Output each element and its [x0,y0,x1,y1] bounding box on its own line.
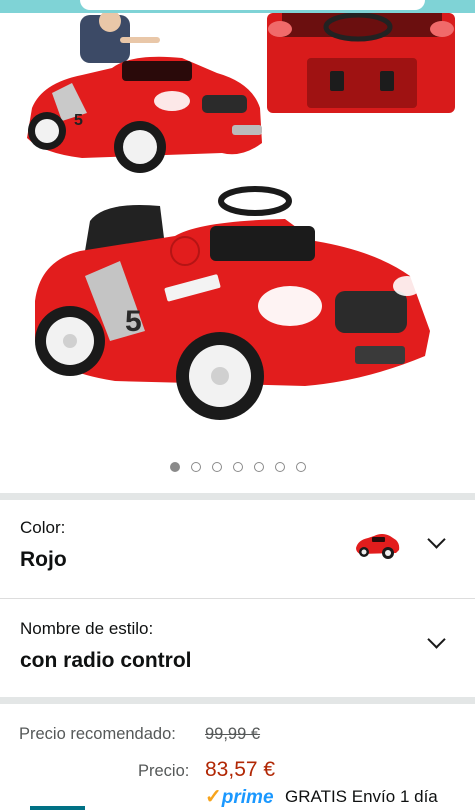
color-swatch-thumbnail[interactable] [352,528,402,562]
prime-logo[interactable]: ✓prime [205,784,274,809]
car-with-child-image[interactable]: 5 [12,13,267,193]
pagination-dot-4[interactable] [232,462,243,472]
pagination-dot-5[interactable] [253,462,264,472]
svg-text:5: 5 [125,305,142,338]
recommended-price-value: 99,99 € [205,725,261,743]
style-label: Nombre de estilo: [20,619,154,638]
recommended-price-label: Precio recomendado: [19,725,176,743]
style-selector[interactable]: Nombre de estilo: con radio control [0,599,475,697]
prime-check-icon: ✓ [205,786,222,808]
top-bar [0,0,475,13]
prime-word: prime [221,787,274,808]
pagination-dot-1[interactable] [169,462,180,472]
pagination-dot-7[interactable] [295,462,306,472]
price-value: 83,57 € [205,758,276,781]
section-divider [0,493,475,500]
image-pagination-dots [0,462,475,478]
red-car-main-image[interactable]: 5 [25,181,445,431]
search-bar-edge[interactable] [80,0,425,10]
price-label: Precio: [138,762,190,780]
color-selector[interactable]: Color: Rojo [0,500,475,598]
style-value: con radio control [20,649,192,672]
car-interior-image[interactable] [262,13,462,115]
pagination-dot-3[interactable] [211,462,222,472]
color-label: Color: [20,518,66,537]
pagination-dot-6[interactable] [274,462,285,472]
pagination-dot-2[interactable] [190,462,201,472]
shipping-text: GRATIS Envío 1 día [285,787,438,806]
section-divider [0,697,475,704]
product-image-gallery[interactable]: 5 5 [0,13,475,493]
color-value: Rojo [20,548,67,571]
bottom-accent-bar [30,806,85,810]
svg-text:5: 5 [74,112,83,129]
